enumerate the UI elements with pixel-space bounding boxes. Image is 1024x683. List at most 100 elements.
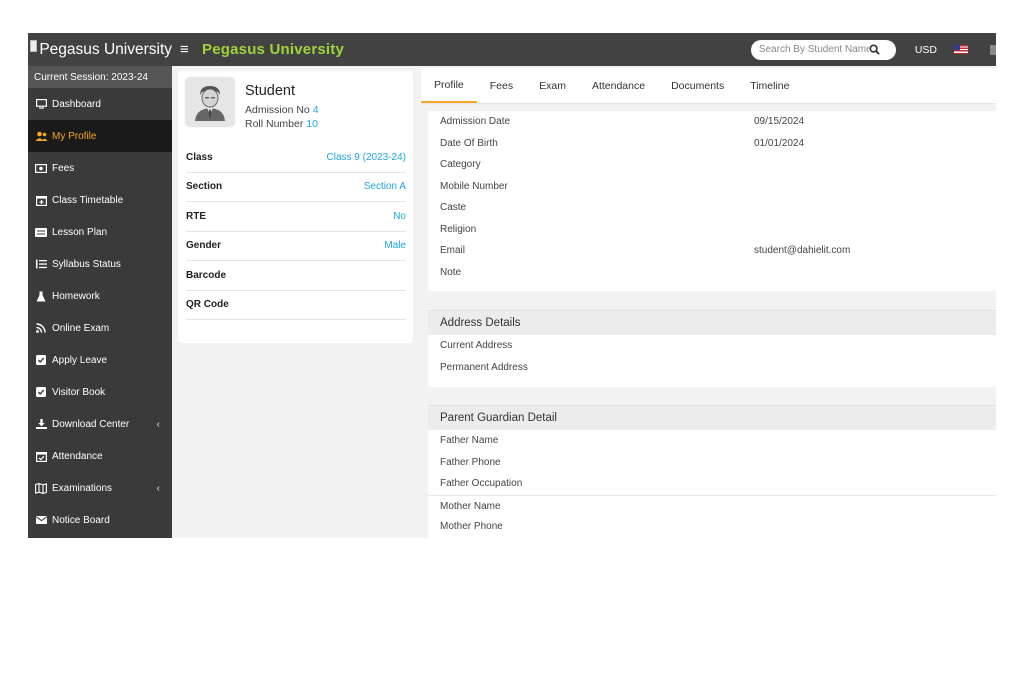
detail-label: Admission Date bbox=[440, 116, 511, 127]
personal-details-panel: Admission Date 09/15/2024 Date Of Birth 01… bbox=[428, 111, 996, 291]
detail-row: Category bbox=[428, 154, 996, 176]
detail-row: Email student@dahielit.com bbox=[428, 240, 996, 262]
detail-row: Father Occupation bbox=[428, 473, 996, 495]
admission-number: Admission No 4 bbox=[245, 104, 319, 116]
sidebar-item-label: Homework bbox=[52, 290, 100, 302]
sidebar-item-syllabus-status[interactable]: Syllabus Status bbox=[28, 248, 172, 280]
info-value[interactable]: No bbox=[393, 211, 406, 222]
info-label: RTE bbox=[186, 210, 206, 222]
admission-value[interactable]: 4 bbox=[313, 104, 319, 116]
hamburger-icon[interactable]: ≡ bbox=[180, 41, 194, 58]
search-input[interactable] bbox=[758, 44, 869, 55]
info-value[interactable]: Class 9 (2023-24) bbox=[327, 152, 406, 163]
sidebar-item-label: Visitor Book bbox=[52, 386, 106, 398]
check-square-icon bbox=[34, 354, 48, 366]
info-label: Gender bbox=[186, 240, 222, 252]
info-label: Section bbox=[186, 181, 223, 193]
profile-info-list: Class Class 9 (2023-24) Section Section … bbox=[186, 143, 406, 320]
info-label: Barcode bbox=[186, 269, 227, 281]
envelope-icon bbox=[34, 514, 48, 526]
tab-fees[interactable]: Fees bbox=[477, 68, 526, 103]
app-window: Pegasus University ≡ Pegasus University … bbox=[28, 33, 996, 538]
sidebar-item-label: Examinations bbox=[52, 482, 113, 494]
download-icon bbox=[34, 418, 48, 430]
sidebar-item-label: Download Center bbox=[52, 418, 130, 430]
info-row-section: Section Section A bbox=[186, 173, 406, 202]
sidebar-item-class-timetable[interactable]: Class Timetable bbox=[28, 184, 172, 216]
sidebar-item-dashboard[interactable]: Dashboard bbox=[28, 88, 172, 120]
broken-image-icon bbox=[30, 39, 38, 52]
sidebar-item-lesson-plan[interactable]: Lesson Plan bbox=[28, 216, 172, 248]
student-avatar-icon bbox=[195, 86, 225, 121]
parent-guardian-heading: Parent Guardian Detail bbox=[428, 405, 996, 430]
address-details-panel: Address Details Current Address Permanen… bbox=[428, 310, 996, 387]
sidebar-item-apply-leave[interactable]: Apply Leave bbox=[28, 344, 172, 376]
detail-label: Father Phone bbox=[440, 456, 501, 468]
address-details-heading: Address Details bbox=[428, 310, 996, 335]
detail-row: Mobile Number bbox=[428, 176, 996, 198]
sidebar-item-label: Attendance bbox=[52, 450, 103, 462]
sidebar-item-attendance[interactable]: Attendance bbox=[28, 440, 172, 472]
tab-exam[interactable]: Exam bbox=[526, 68, 579, 103]
detail-label: Mother Phone bbox=[440, 521, 503, 532]
detail-label: Mother Name bbox=[440, 500, 501, 512]
sidebar-item-label: Dashboard bbox=[52, 98, 101, 110]
detail-row: Caste bbox=[428, 197, 996, 219]
sidebar-item-my-profile[interactable]: My Profile bbox=[28, 120, 172, 152]
detail-row: Mother Phone bbox=[428, 516, 996, 538]
info-value[interactable]: Male bbox=[384, 240, 406, 251]
sidebar-item-label: Class Timetable bbox=[52, 194, 124, 206]
detail-row: Father Phone bbox=[428, 452, 996, 474]
detail-value: 01/01/2024 bbox=[754, 137, 805, 149]
detail-label: Current Address bbox=[440, 340, 513, 351]
info-row-barcode: Barcode bbox=[186, 261, 406, 291]
check-square-icon bbox=[34, 386, 48, 398]
chevron-left-icon[interactable]: ‹ bbox=[157, 483, 160, 494]
tab-timeline[interactable]: Timeline bbox=[737, 68, 802, 103]
tab-profile[interactable]: Profile bbox=[421, 68, 477, 103]
school-logo[interactable]: Pegasus University bbox=[28, 33, 172, 66]
map-icon bbox=[34, 482, 48, 494]
detail-label: Religion bbox=[440, 223, 477, 235]
sidebar-item-visitor-book[interactable]: Visitor Book bbox=[28, 376, 172, 408]
detail-label: Note bbox=[440, 266, 462, 278]
info-label: QR Code bbox=[186, 299, 229, 311]
detail-label: Date Of Birth bbox=[440, 137, 498, 149]
sidebar-item-examinations[interactable]: Examinations ‹ bbox=[28, 472, 172, 504]
current-session[interactable]: Current Session: 2023-24 bbox=[28, 66, 172, 88]
tab-documents[interactable]: Documents bbox=[658, 68, 737, 103]
info-value[interactable]: Section A bbox=[364, 181, 406, 192]
search-icon[interactable] bbox=[869, 44, 881, 56]
detail-row: Admission Date 09/15/2024 bbox=[428, 111, 996, 133]
detail-label: Email bbox=[440, 245, 466, 256]
tab-attendance[interactable]: Attendance bbox=[579, 68, 658, 103]
detail-label: Mobile Number bbox=[440, 180, 508, 192]
brand-title: Pegasus University bbox=[202, 41, 344, 58]
chevron-left-icon[interactable]: ‹ bbox=[157, 419, 160, 430]
sidebar-item-online-exam[interactable]: Online Exam bbox=[28, 312, 172, 344]
detail-label: Father Name bbox=[440, 435, 499, 446]
sidebar-item-notice-board[interactable]: Notice Board bbox=[28, 504, 172, 536]
sidebar-item-download-center[interactable]: Download Center ‹ bbox=[28, 408, 172, 440]
currency-selector[interactable]: USD bbox=[915, 44, 937, 56]
sidebar-item-fees[interactable]: Fees bbox=[28, 152, 172, 184]
detail-row: Current Address bbox=[428, 335, 996, 357]
sidebar-item-homework[interactable]: Homework bbox=[28, 280, 172, 312]
sidebar-item-label: My Profile bbox=[52, 130, 97, 142]
detail-row: Father Name bbox=[428, 430, 996, 452]
us-flag-icon[interactable] bbox=[954, 45, 968, 54]
info-row-rte: RTE No bbox=[186, 202, 406, 232]
detail-row: Mother Name bbox=[428, 494, 996, 517]
profile-tabs: Profile Fees Exam Attendance Documents T… bbox=[421, 68, 996, 104]
student-profile-card: Student Admission No 4 Roll Number 10 Cl… bbox=[178, 71, 413, 343]
top-menu-icon[interactable] bbox=[990, 44, 996, 55]
sidebar-item-label: Online Exam bbox=[52, 322, 110, 334]
avatar bbox=[186, 78, 234, 126]
calendar-check-icon bbox=[34, 450, 48, 462]
school-name: Pegasus University bbox=[39, 40, 172, 58]
flask-icon bbox=[34, 290, 48, 302]
roll-value[interactable]: 10 bbox=[306, 118, 318, 130]
roll-number: Roll Number 10 bbox=[245, 118, 318, 130]
sidebar: Current Session: 2023-24 Dashboard My Pr… bbox=[28, 66, 172, 538]
top-navbar: Pegasus University ≡ Pegasus University … bbox=[28, 33, 996, 66]
